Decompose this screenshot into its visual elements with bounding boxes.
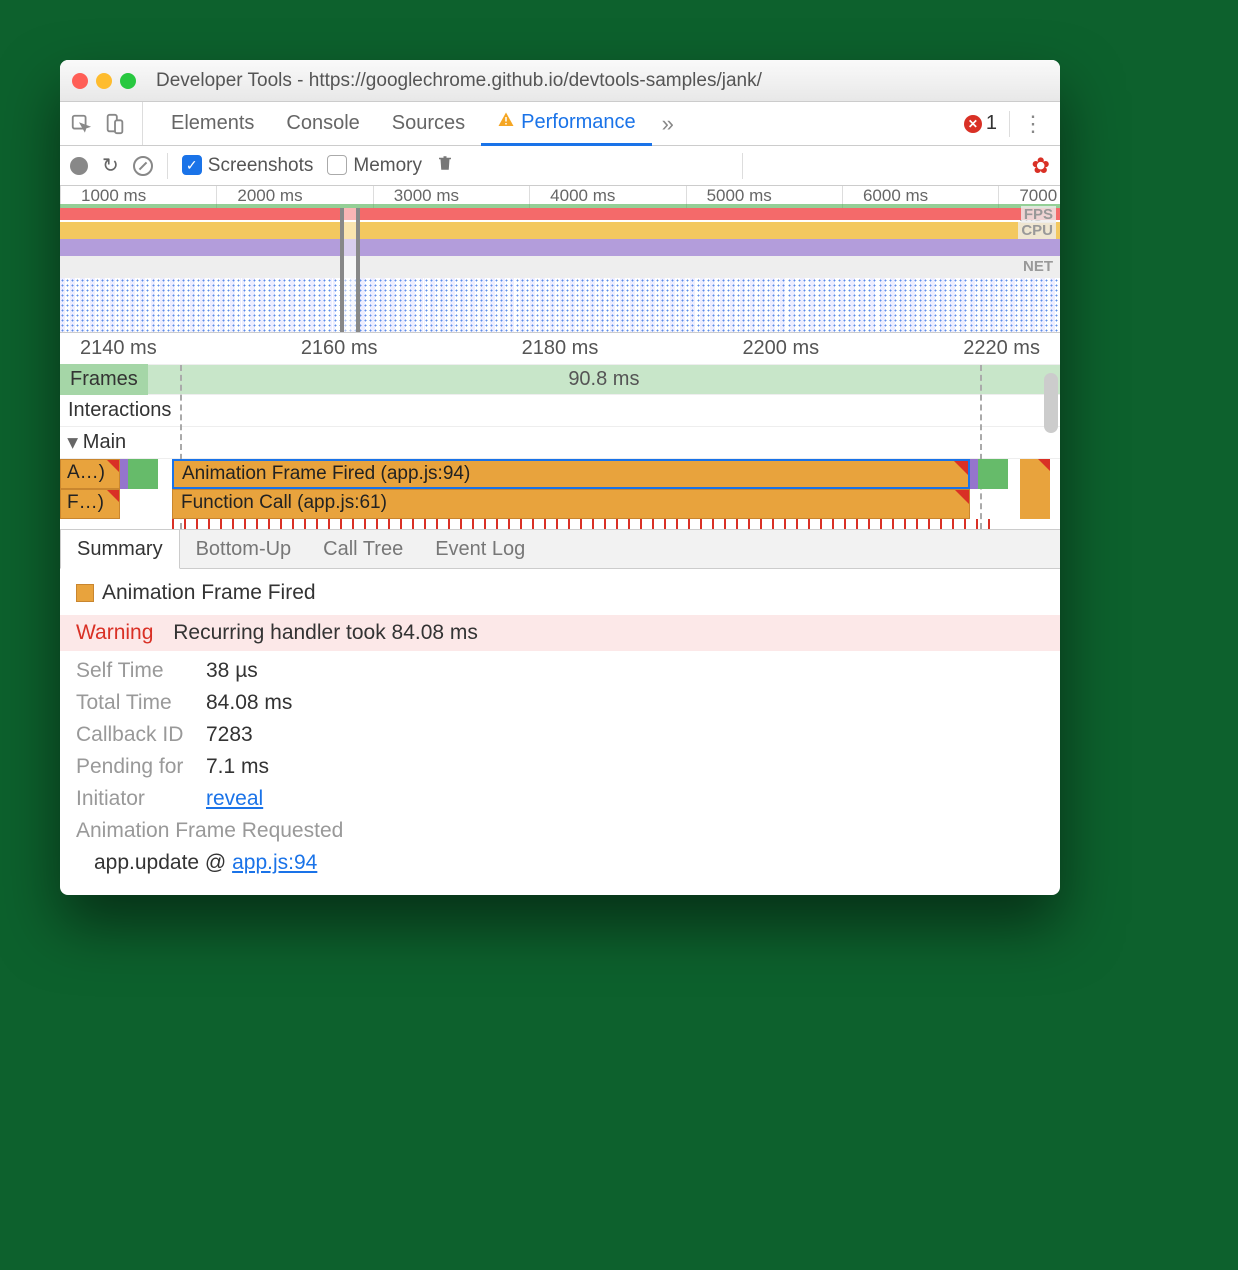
overview-selection-handle[interactable] [340,208,360,332]
flame-row-2: F…) Function Call (app.js:61) [60,489,1060,519]
clear-button[interactable] [133,156,153,176]
summary-tabs: Summary Bottom-Up Call Tree Event Log [60,529,1060,569]
error-badge[interactable]: ✕ 1 [964,112,997,135]
flame-row-1: A…) Animation Frame Fired (app.js:94) [60,459,1060,489]
overview-pane[interactable]: 1000 ms 2000 ms 3000 ms 4000 ms 5000 ms … [60,186,1060,333]
frame-duration: 90.8 ms [148,368,1060,391]
window-controls [72,73,136,89]
flame-event-script[interactable] [1020,489,1050,519]
callback-id-value: 7283 [206,723,253,747]
fps-lane [60,208,1060,220]
interactions-track[interactable]: Interactions [60,395,1060,427]
pending-value: 7.1 ms [206,755,269,779]
reload-record-button[interactable]: ↻ [102,153,119,178]
checkbox-icon: ✓ [182,155,202,175]
window-title: Developer Tools - https://googlechrome.g… [156,70,762,92]
warning-text: Recurring handler took 84.08 ms [173,621,478,644]
memory-checkbox[interactable]: Memory [327,155,422,177]
settings-icon[interactable]: ✿ [1032,153,1050,179]
record-button[interactable] [70,157,88,175]
tab-event-log[interactable]: Event Log [419,530,541,568]
divider [742,153,743,179]
net-label: NET [1020,258,1056,275]
tab-elements[interactable]: Elements [155,102,270,145]
animation-frame-requested-label: Animation Frame Requested [76,819,1044,843]
tab-sources[interactable]: Sources [376,102,481,145]
flame-event-truncated[interactable]: A…) [60,459,120,489]
flame-event-paint[interactable] [128,459,158,489]
flame-event-paint[interactable] [978,459,1008,489]
stack-trace: app.update @ app.js:94 [76,851,1044,875]
disclosure-icon[interactable]: ▶ [65,438,82,449]
reveal-link[interactable]: reveal [206,787,263,810]
inspect-icon[interactable] [68,111,94,137]
tab-console[interactable]: Console [270,102,375,145]
summary-panel: Animation Frame Fired Warning Recurring … [60,569,1060,895]
flame-event-function-call[interactable]: Function Call (app.js:61) [172,489,970,519]
warning-row: Warning Recurring handler took 84.08 ms [60,615,1060,651]
tab-call-tree[interactable]: Call Tree [307,530,419,568]
tab-summary[interactable]: Summary [60,530,180,569]
filmstrip [60,278,1060,332]
kebab-menu-icon[interactable]: ⋮ [1022,111,1044,137]
cpu-label: CPU [1018,222,1056,239]
divider [167,153,168,179]
titlebar: Developer Tools - https://googlechrome.g… [60,60,1060,102]
divider [1009,111,1010,137]
performance-toolbar: ↻ ✓Screenshots Memory ✿ [60,146,1060,186]
scrollbar-handle[interactable] [1044,373,1058,433]
fps-label: FPS [1021,206,1056,223]
device-toggle-icon[interactable] [102,111,128,137]
flame-event-script[interactable] [1020,459,1050,489]
close-button[interactable] [72,73,88,89]
error-icon: ✕ [964,115,982,133]
devtools-window: Developer Tools - https://googlechrome.g… [60,60,1060,895]
minimize-button[interactable] [96,73,112,89]
gc-button[interactable] [436,153,454,179]
source-link[interactable]: app.js:94 [232,851,317,874]
total-time-value: 84.08 ms [206,691,292,715]
warning-icon [497,111,515,135]
screenshots-checkbox[interactable]: ✓Screenshots [182,155,314,177]
checkbox-icon [327,155,347,175]
event-swatch [76,584,94,602]
tab-performance[interactable]: Performance [481,103,652,146]
self-time-value: 38 µs [206,659,258,683]
flame-event-layout[interactable] [970,459,978,489]
main-tabs: Elements Console Sources Performance » ✕… [60,102,1060,146]
net-lane [60,256,1060,278]
flame-event-layout[interactable] [120,459,128,489]
zoom-button[interactable] [120,73,136,89]
flame-event-truncated[interactable]: F…) [60,489,120,519]
detail-ruler: 2140 ms 2160 ms 2180 ms 2200 ms 2220 ms [60,333,1060,365]
warning-label: Warning [76,621,153,644]
event-title: Animation Frame Fired [102,581,316,605]
cpu-lane [60,222,1060,256]
main-track-header[interactable]: ▶Main [60,427,1060,459]
flame-event-animation-frame[interactable]: Animation Frame Fired (app.js:94) [172,459,970,489]
frames-track[interactable]: Frames 90.8 ms [60,365,1060,395]
flame-chart-area[interactable]: Frames 90.8 ms Interactions ▶Main A…) An… [60,365,1060,529]
flame-detail-marks [172,519,1000,529]
tab-bottom-up[interactable]: Bottom-Up [180,530,308,568]
more-tabs-button[interactable]: » [652,111,684,137]
